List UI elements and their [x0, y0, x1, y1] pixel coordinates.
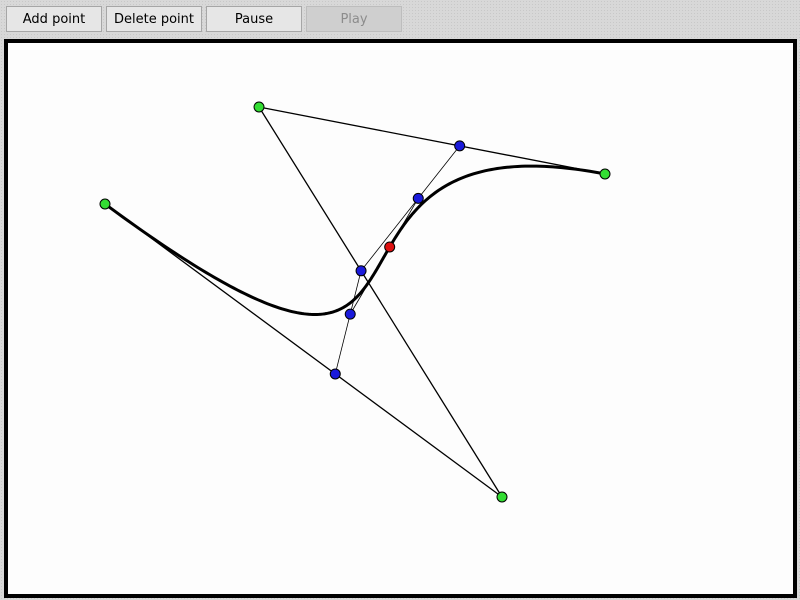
- curve-point: [384, 241, 396, 253]
- intermediate-point: [344, 308, 356, 320]
- intermediate-point: [329, 368, 341, 380]
- control-point[interactable]: [99, 198, 111, 210]
- construction-segment: [360, 145, 460, 272]
- intermediate-point: [412, 192, 424, 204]
- control-point[interactable]: [496, 491, 508, 503]
- control-polygon-segment: [104, 203, 503, 498]
- intermediate-point: [454, 140, 466, 152]
- bezier-canvas[interactable]: [0, 0, 800, 600]
- control-polygon-segment: [258, 106, 503, 498]
- control-polygon-segment: [258, 106, 606, 175]
- control-point[interactable]: [253, 101, 265, 113]
- intermediate-point: [355, 265, 367, 277]
- bezier-curve: [104, 164, 606, 317]
- points-layer: [99, 101, 611, 503]
- control-point[interactable]: [599, 168, 611, 180]
- construction-segment: [334, 270, 362, 375]
